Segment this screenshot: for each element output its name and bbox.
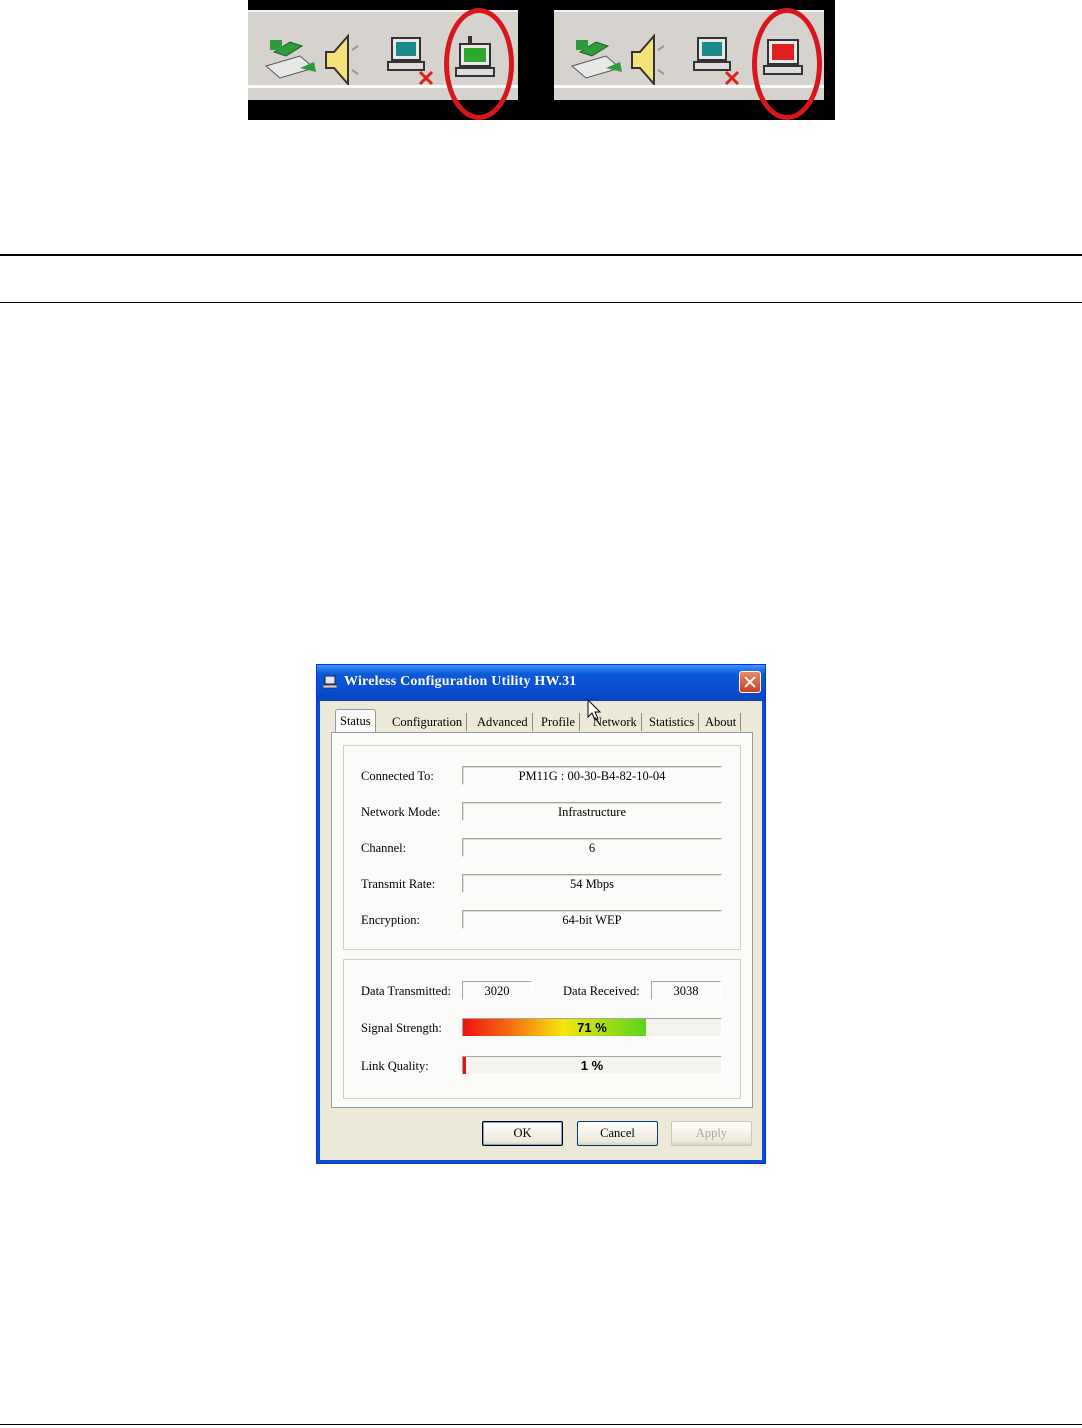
close-button[interactable] <box>739 671 761 693</box>
network-disconnected-icon <box>387 37 434 86</box>
network-mode-value: Infrastructure <box>462 802 722 821</box>
encryption-value: 64-bit WEP <box>462 910 722 929</box>
cancel-button[interactable]: Cancel <box>577 1121 658 1146</box>
data-received-label: Data Received: <box>563 984 640 998</box>
signal-strength-label: Signal Strength: <box>361 1021 442 1035</box>
tab-advanced[interactable]: Advanced <box>473 713 533 731</box>
encryption-label: Encryption: <box>361 913 421 927</box>
data-transmitted-label: Data Transmitted: <box>361 984 451 998</box>
app-icon <box>323 675 337 689</box>
network-card-icon <box>570 40 622 79</box>
connected-to-label: Connected To: <box>361 769 434 783</box>
tab-about[interactable]: About <box>701 713 742 731</box>
data-received-value: 3038 <box>651 981 721 1000</box>
window-border <box>317 1160 765 1163</box>
link-quality-label: Link Quality: <box>361 1059 429 1073</box>
network-mode-label: Network Mode: <box>361 805 441 819</box>
tab-profile[interactable]: Profile <box>537 713 581 731</box>
speaker-icon <box>325 33 359 87</box>
title-bar[interactable]: Wireless Configuration Utility HW.31 <box>317 665 765 701</box>
transmit-rate-value: 54 Mbps <box>462 874 722 893</box>
tab-status[interactable]: Status <box>335 709 376 734</box>
traffic-group: Data Transmitted: 3020 Data Received: 30… <box>343 959 741 1099</box>
wireless-config-dialog: Wireless Configuration Utility HW.31 Sta… <box>316 664 766 1164</box>
tab-configuration[interactable]: Configuration <box>388 713 468 731</box>
section-rule <box>0 302 1082 303</box>
tray-screenshots <box>248 0 835 120</box>
tab-statistics[interactable]: Statistics <box>645 713 700 731</box>
link-quality-text: 1 % <box>580 1058 604 1073</box>
speaker-icon <box>631 33 665 87</box>
connection-group: Connected To: PM11G : 00-30-B4-82-10-04 … <box>343 745 741 950</box>
status-panel: Connected To: PM11G : 00-30-B4-82-10-04 … <box>331 732 753 1108</box>
channel-value: 6 <box>462 838 722 857</box>
signal-strength-bar: 71 % <box>462 1018 722 1037</box>
page-footer-rule <box>0 1424 1082 1425</box>
tab-network[interactable]: Network <box>589 713 642 731</box>
data-transmitted-value: 3020 <box>462 981 532 1000</box>
highlight-circle <box>444 8 514 120</box>
network-card-icon <box>264 40 316 79</box>
window-title: Wireless Configuration Utility HW.31 <box>344 674 577 689</box>
signal-strength-text: 71 % <box>577 1020 607 1035</box>
section-rule <box>0 254 1082 256</box>
apply-button[interactable]: Apply <box>671 1121 752 1146</box>
network-disconnected-icon <box>693 37 740 86</box>
transmit-rate-label: Transmit Rate: <box>361 877 436 891</box>
window-border <box>762 701 765 1163</box>
tray-connected <box>248 8 518 120</box>
channel-label: Channel: <box>361 841 407 855</box>
window-border <box>317 701 320 1163</box>
ok-button[interactable]: OK <box>482 1121 563 1146</box>
tray-disconnected <box>554 8 824 120</box>
highlight-circle <box>752 8 822 120</box>
connected-to-value: PM11G : 00-30-B4-82-10-04 <box>462 766 722 785</box>
link-quality-bar: 1 % <box>462 1056 722 1075</box>
